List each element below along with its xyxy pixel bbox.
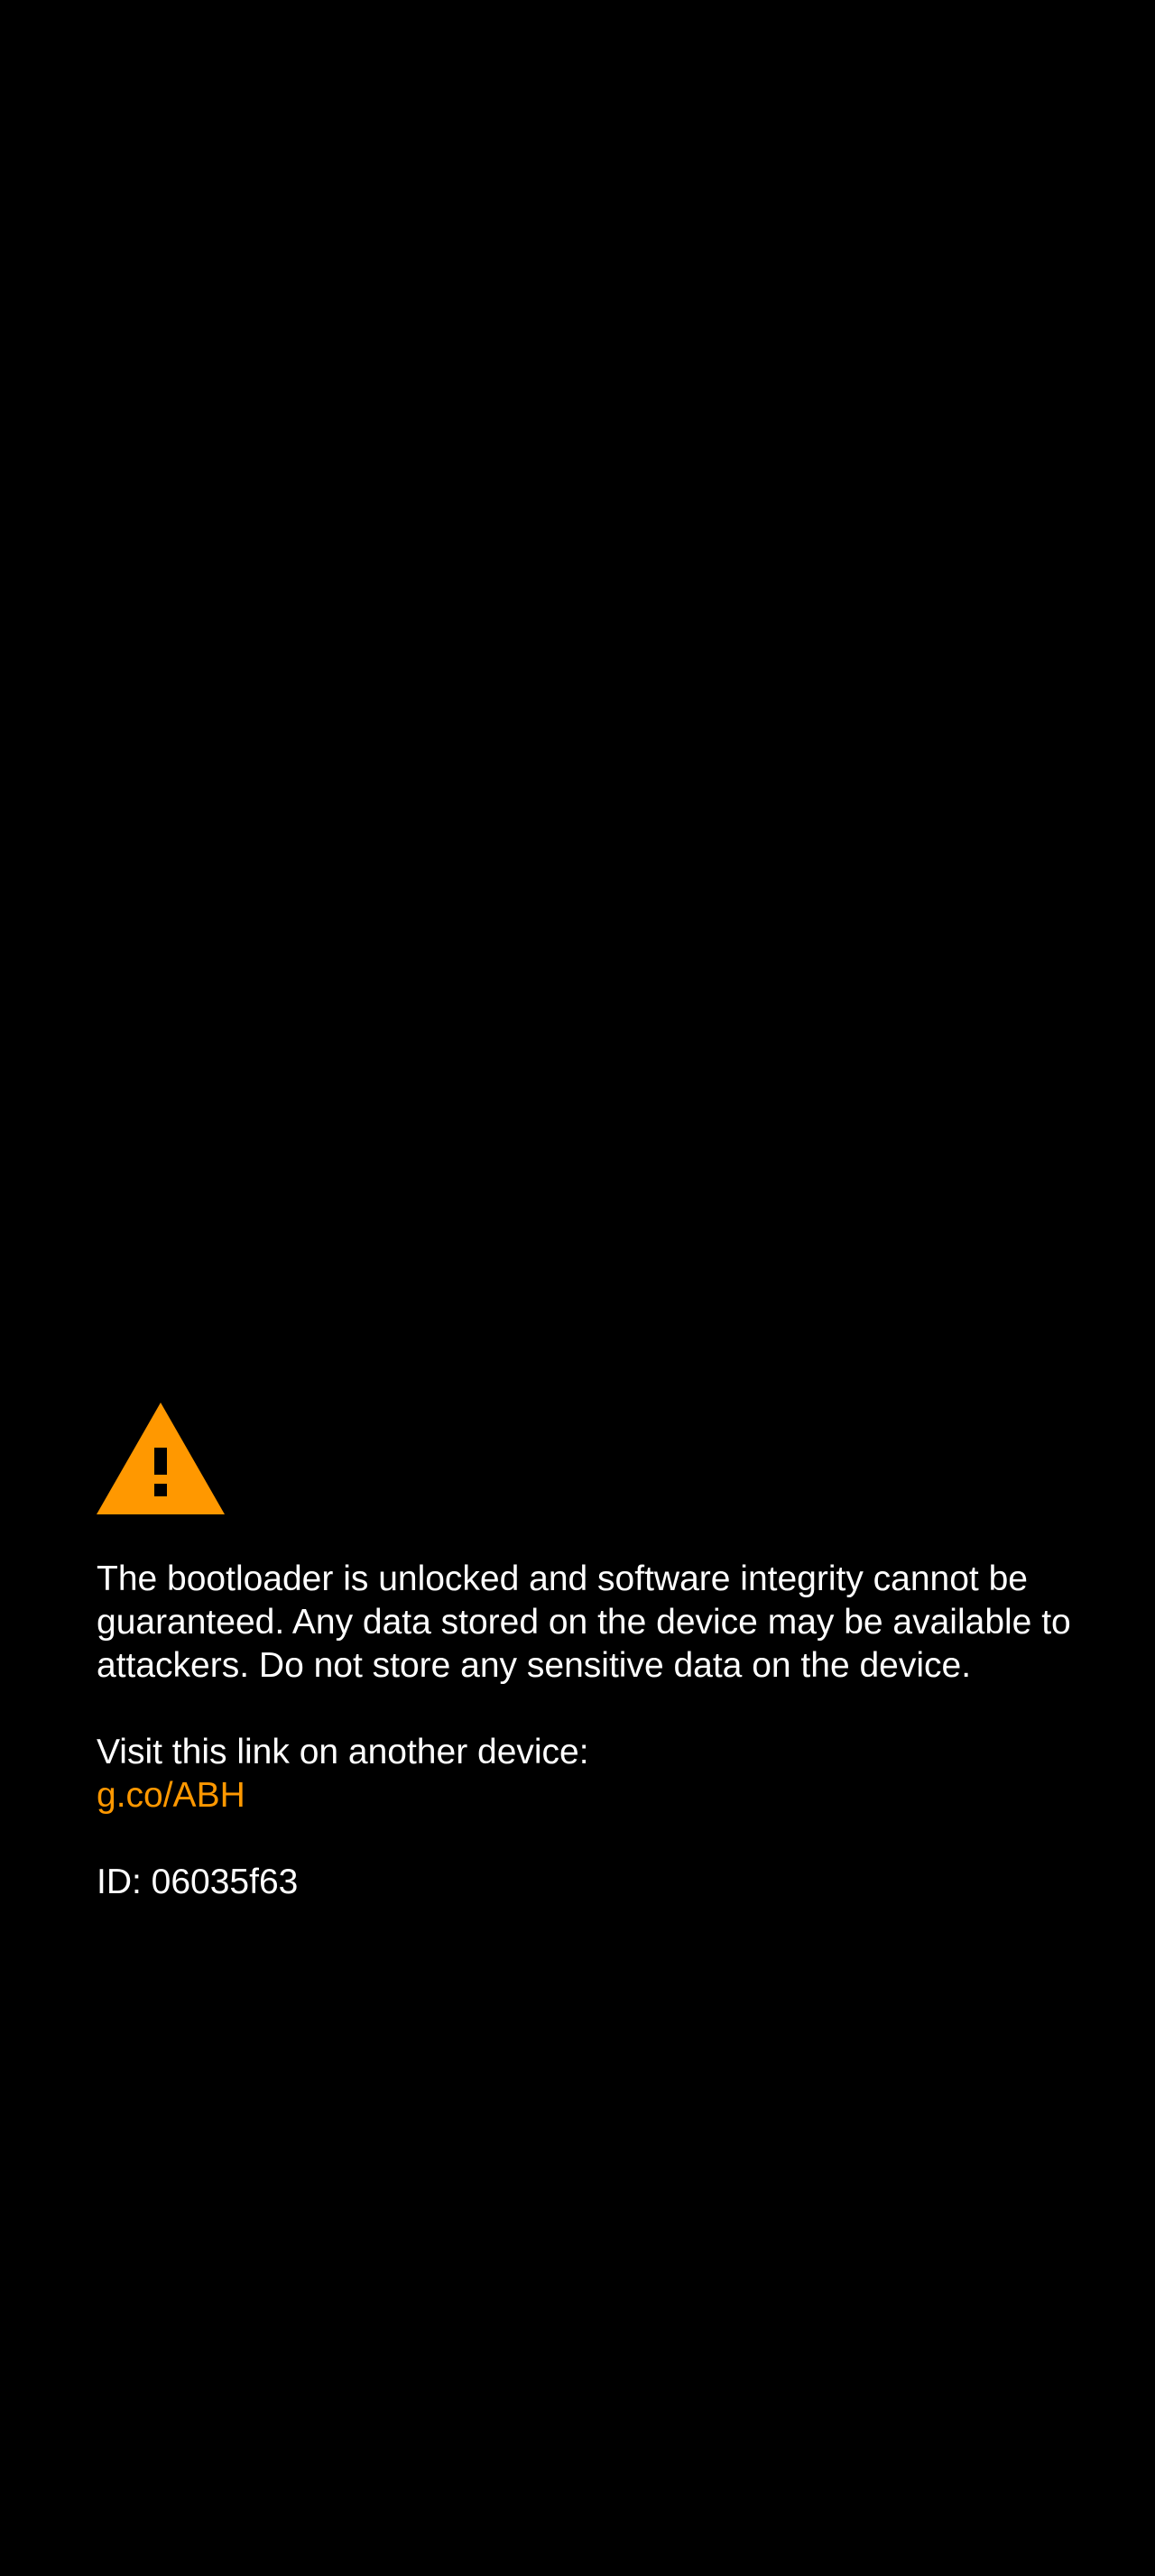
warning-block: The bootloader is unlocked and software … [97, 1403, 1071, 1904]
device-id: ID: 06035f63 [97, 1863, 299, 1901]
visit-link-label: Visit this link on another device: [97, 1733, 589, 1771]
boot-warning-screen: The bootloader is unlocked and software … [0, 0, 1155, 2576]
warning-triangle-icon [97, 1403, 225, 1514]
warning-message-text: The bootloader is unlocked and software … [97, 1559, 1071, 1685]
help-link[interactable]: g.co/ABH [97, 1774, 1071, 1817]
bootloader-warning-message: The bootloader is unlocked and software … [97, 1558, 1071, 1688]
